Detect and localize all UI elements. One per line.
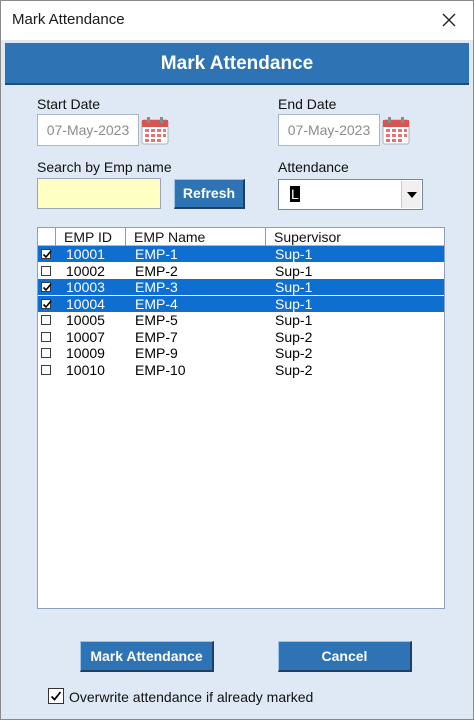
overwrite-label: Overwrite attendance if already marked [69, 689, 314, 705]
attendance-label: Attendance [278, 159, 349, 175]
row-supervisor: Sup-1 [275, 262, 313, 279]
row-emp-id: 10007 [66, 328, 105, 345]
row-emp-id: 10005 [66, 312, 105, 328]
row-checkbox[interactable] [41, 348, 51, 358]
close-icon [442, 13, 456, 27]
row-supervisor: Sup-1 [275, 295, 313, 312]
close-button[interactable] [429, 3, 469, 37]
chevron-down-icon [406, 191, 417, 198]
column-header-emp-id: EMP ID [55, 228, 125, 246]
employee-list[interactable]: EMP ID EMP Name Supervisor 10001 EMP-1 Sup… [37, 227, 445, 609]
list-item[interactable]: 10005 EMP-5 Sup-1 [38, 312, 444, 328]
search-label: Search by Emp name [37, 159, 172, 175]
row-emp-name: EMP-7 [135, 328, 178, 345]
list-item[interactable]: 10001 EMP-1 Sup-1 [38, 246, 444, 262]
calendar-icon[interactable] [382, 117, 410, 145]
row-supervisor: Sup-1 [275, 246, 313, 262]
start-date-label: Start Date [37, 96, 101, 112]
row-emp-name: EMP-4 [135, 295, 178, 312]
checkmark-icon [50, 691, 62, 701]
start-date-field[interactable]: 07-May-2023 [37, 114, 139, 146]
list-item[interactable]: 10002 EMP-2 Sup-1 [38, 263, 444, 279]
title-bar: Mark Attendance [1, 1, 473, 40]
form-header: Mark Attendance [5, 43, 469, 85]
row-emp-id: 10009 [66, 345, 105, 361]
mark-attendance-window: Mark Attendance Mark Attendance Start Da… [0, 0, 474, 720]
row-checkbox[interactable] [41, 249, 52, 259]
list-item[interactable]: 10004 EMP-4 Sup-1 [38, 295, 444, 312]
row-checkbox[interactable] [41, 282, 52, 292]
list-item[interactable]: 10009 EMP-9 Sup-2 [38, 345, 444, 361]
refresh-button[interactable]: Refresh [174, 179, 245, 209]
row-emp-id: 10003 [66, 279, 105, 295]
row-emp-id: 10002 [66, 262, 105, 279]
end-date-label: End Date [278, 96, 337, 112]
checkmark-icon [42, 299, 52, 308]
list-item[interactable]: 10003 EMP-3 Sup-1 [38, 279, 444, 295]
row-emp-name: EMP-10 [135, 361, 186, 378]
row-emp-name: EMP-3 [135, 279, 178, 295]
cancel-button[interactable]: Cancel [278, 641, 412, 672]
overwrite-checkbox[interactable] [48, 688, 64, 704]
row-emp-id: 10010 [66, 361, 105, 378]
row-emp-name: EMP-5 [135, 312, 178, 328]
end-date-field[interactable]: 07-May-2023 [278, 114, 380, 146]
row-supervisor: Sup-2 [275, 328, 313, 345]
row-emp-id: 10001 [66, 246, 105, 262]
column-header-supervisor: Supervisor [265, 228, 444, 246]
row-checkbox[interactable] [41, 265, 51, 276]
row-emp-id: 10004 [66, 295, 105, 312]
row-emp-name: EMP-9 [135, 345, 178, 361]
row-emp-name: EMP-1 [135, 246, 178, 262]
checkmark-icon [42, 283, 52, 292]
row-checkbox[interactable] [41, 298, 52, 309]
list-item[interactable]: 10007 EMP-7 Sup-2 [38, 329, 444, 345]
row-supervisor: Sup-1 [275, 312, 313, 328]
list-item[interactable]: 10010 EMP-10 Sup-2 [38, 362, 444, 378]
row-emp-name: EMP-2 [135, 262, 178, 279]
checkmark-icon [42, 250, 52, 259]
attendance-select[interactable]: L [278, 179, 423, 210]
search-input[interactable] [37, 178, 161, 209]
dropdown-button[interactable] [401, 181, 421, 208]
calendar-icon[interactable] [141, 117, 169, 145]
row-checkbox[interactable] [41, 364, 51, 375]
column-header-emp-name: EMP Name [125, 228, 265, 246]
row-supervisor: Sup-2 [275, 345, 313, 361]
mark-attendance-button[interactable]: Mark Attendance [80, 641, 214, 672]
attendance-value: L [290, 186, 300, 202]
row-checkbox[interactable] [41, 331, 51, 342]
window-title: Mark Attendance [12, 11, 125, 28]
row-checkbox[interactable] [41, 315, 51, 325]
row-supervisor: Sup-2 [275, 361, 313, 378]
row-supervisor: Sup-1 [275, 279, 313, 295]
list-header: EMP ID EMP Name Supervisor [38, 228, 444, 246]
